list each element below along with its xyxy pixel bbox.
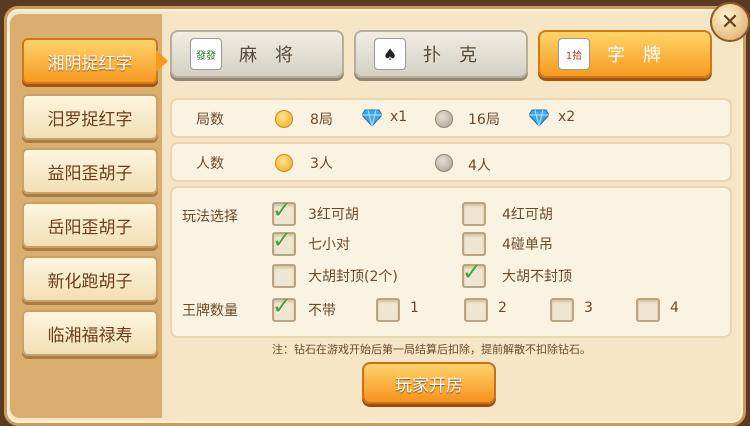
rounds-16-radio[interactable] xyxy=(435,110,453,128)
mahjong-tile-icon: 發發 xyxy=(190,38,222,70)
rounds-label: 局数 xyxy=(196,112,224,128)
sidebar-item-xinhua[interactable]: 新化跑胡子 xyxy=(22,256,158,302)
king-3-label: 3 xyxy=(584,300,593,316)
king-2-checkbox[interactable] xyxy=(464,298,488,322)
sidebar-item-miluo[interactable]: 汨罗捉红字 xyxy=(22,94,158,140)
king-none-checkbox[interactable]: ✓ xyxy=(272,292,296,322)
rule-4peng-checkbox[interactable] xyxy=(462,232,486,256)
rounds-row: 局数 8局 x1 16局 x2 xyxy=(170,98,732,138)
rule-big-hu-nocap-checkbox[interactable]: ✓ xyxy=(462,258,486,288)
diamond-icon xyxy=(529,109,549,127)
diamond-icon xyxy=(362,109,382,127)
sidebar-item-linxiang[interactable]: 临湘福禄寿 xyxy=(22,310,158,356)
check-icon: ✓ xyxy=(272,292,293,320)
players-3-radio[interactable] xyxy=(275,154,293,172)
king-4-label: 4 xyxy=(670,300,679,316)
playing-cards-icon: ♠ xyxy=(374,38,406,70)
tab-word-cards[interactable]: 1拾 字牌 xyxy=(538,30,712,78)
king-none-label: 不带 xyxy=(308,303,336,319)
rounds-8-radio[interactable] xyxy=(275,110,293,128)
create-room-button[interactable]: 玩家开房 xyxy=(362,362,496,404)
players-4-label: 4人 xyxy=(468,158,491,174)
diamond-note: 注：钻石在游戏开始后第一局结算后扣除，提前解散不扣除钻石。 xyxy=(272,343,591,356)
tab-mahjong[interactable]: 發發 麻将 xyxy=(170,30,344,78)
rounds-16-cost: x2 xyxy=(558,109,576,125)
king-count-label: 王牌数量 xyxy=(182,303,238,319)
sidebar-item-yueyang[interactable]: 岳阳歪胡子 xyxy=(22,202,158,248)
rounds-8-cost: x1 xyxy=(390,109,408,125)
rules-panel: 玩法选择 ✓ 3红可胡 4红可胡 ✓ 七小对 4碰单吊 大胡封顶(2个) ✓ 大… xyxy=(170,186,732,338)
rule-3red-label: 3红可胡 xyxy=(308,207,359,223)
rule-seven-pairs-checkbox[interactable]: ✓ xyxy=(272,226,296,256)
king-1-checkbox[interactable] xyxy=(376,298,400,322)
players-row: 人数 3人 4人 xyxy=(170,142,732,182)
rules-label: 玩法选择 xyxy=(182,209,238,225)
rule-4peng-label: 4碰单吊 xyxy=(502,237,553,253)
sidebar-item-xiangyin[interactable]: 湘阴捉红字 xyxy=(22,38,168,84)
check-icon: ✓ xyxy=(272,226,293,254)
players-3-label: 3人 xyxy=(310,156,333,172)
king-3-checkbox[interactable] xyxy=(550,298,574,322)
rule-4red-checkbox[interactable] xyxy=(462,202,486,226)
rounds-16-label: 16局 xyxy=(468,112,500,128)
king-1-label: 1 xyxy=(410,300,419,316)
check-icon: ✓ xyxy=(462,258,483,286)
sidebar-item-yiyang[interactable]: 益阳歪胡子 xyxy=(22,148,158,194)
game-variant-sidebar: 湘阴捉红字 汨罗捉红字 益阳歪胡子 岳阳歪胡子 新化跑胡子 临湘福禄寿 xyxy=(10,14,168,418)
rule-4red-label: 4红可胡 xyxy=(502,207,553,223)
word-card-icon: 1拾 xyxy=(558,38,590,70)
players-label: 人数 xyxy=(196,156,224,172)
king-2-label: 2 xyxy=(498,300,507,316)
close-icon[interactable]: ✕ xyxy=(710,2,750,42)
rule-big-hu-cap-label: 大胡封顶(2个) xyxy=(308,269,398,285)
rule-3red-checkbox[interactable]: ✓ xyxy=(272,196,296,226)
rule-seven-pairs-label: 七小对 xyxy=(308,237,350,253)
king-4-checkbox[interactable] xyxy=(636,298,660,322)
rule-big-hu-nocap-label: 大胡不封顶 xyxy=(502,269,572,285)
check-icon: ✓ xyxy=(272,196,293,224)
tab-poker[interactable]: ♠ 扑克 xyxy=(354,30,528,78)
players-4-radio[interactable] xyxy=(435,154,453,172)
rule-big-hu-cap-checkbox[interactable] xyxy=(272,264,296,288)
rounds-8-label: 8局 xyxy=(310,112,333,128)
